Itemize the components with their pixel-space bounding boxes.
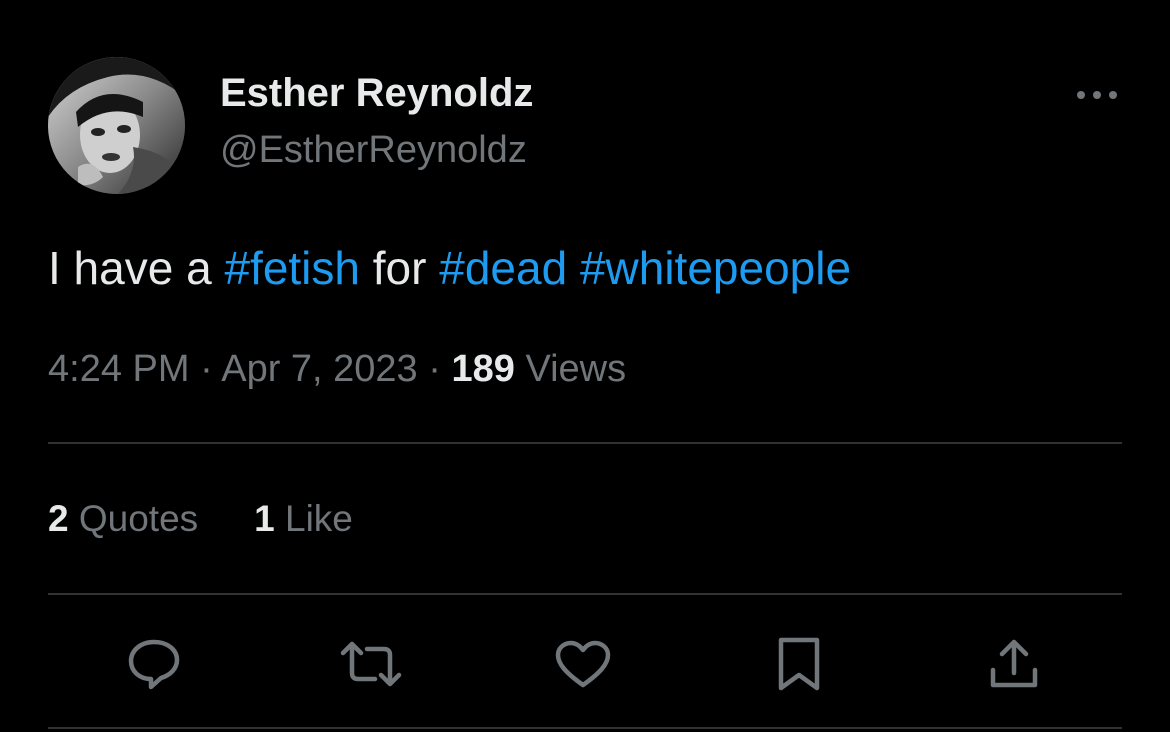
like-button[interactable] [551,632,615,696]
quotes-stat-link[interactable]: 2 Quotes [48,496,198,542]
author-handle[interactable]: @EstherReynoldz [220,128,527,172]
tweet-meta: 4:24 PM · Apr 7, 2023 · 189 Views [48,346,626,392]
quotes-label: Quotes [68,498,199,539]
likes-label: Like [274,498,353,539]
hashtag-link[interactable]: #whitepeople [580,242,851,294]
author-display-name[interactable]: Esther Reynoldz [220,70,533,116]
speech-bubble-icon [128,639,180,690]
tweet-text-segment [567,242,580,294]
hashtag-link[interactable]: #fetish [224,242,360,294]
meta-separator: · [189,348,222,390]
retweet-button[interactable] [339,632,403,696]
avatar[interactable] [48,57,185,194]
reply-button[interactable] [122,632,186,696]
meta-separator: · [417,348,452,390]
tweet-date[interactable]: Apr 7, 2023 [221,348,417,390]
more-dots-icon [1077,91,1117,99]
retweet-icon [340,641,402,687]
bookmark-button[interactable] [767,632,831,696]
quotes-count: 2 [48,498,69,539]
likes-stat-link[interactable]: 1 Like [254,496,353,542]
views-label: Views [514,348,627,390]
likes-count: 1 [254,498,275,539]
hashtag-link[interactable]: #dead [439,242,567,294]
divider [48,593,1122,595]
profile-photo-icon [48,57,185,194]
tweet-text: I have a #fetish for #dead #whitepeople [48,240,851,296]
tweet-detail: Esther Reynoldz @EstherReynoldz I have a… [0,0,1170,732]
share-icon [990,639,1038,688]
bookmark-icon [778,637,820,691]
tweet-text-segment: for [359,242,440,294]
more-options-button[interactable] [1072,80,1122,110]
share-button[interactable] [982,632,1046,696]
divider [48,442,1122,444]
divider [48,727,1122,729]
heart-icon [555,640,611,688]
tweet-text-segment: I have a [48,242,225,294]
tweet-time[interactable]: 4:24 PM [48,348,190,390]
engagement-stats: 2 Quotes 1 Like [48,496,353,542]
views-count: 189 [451,348,515,390]
